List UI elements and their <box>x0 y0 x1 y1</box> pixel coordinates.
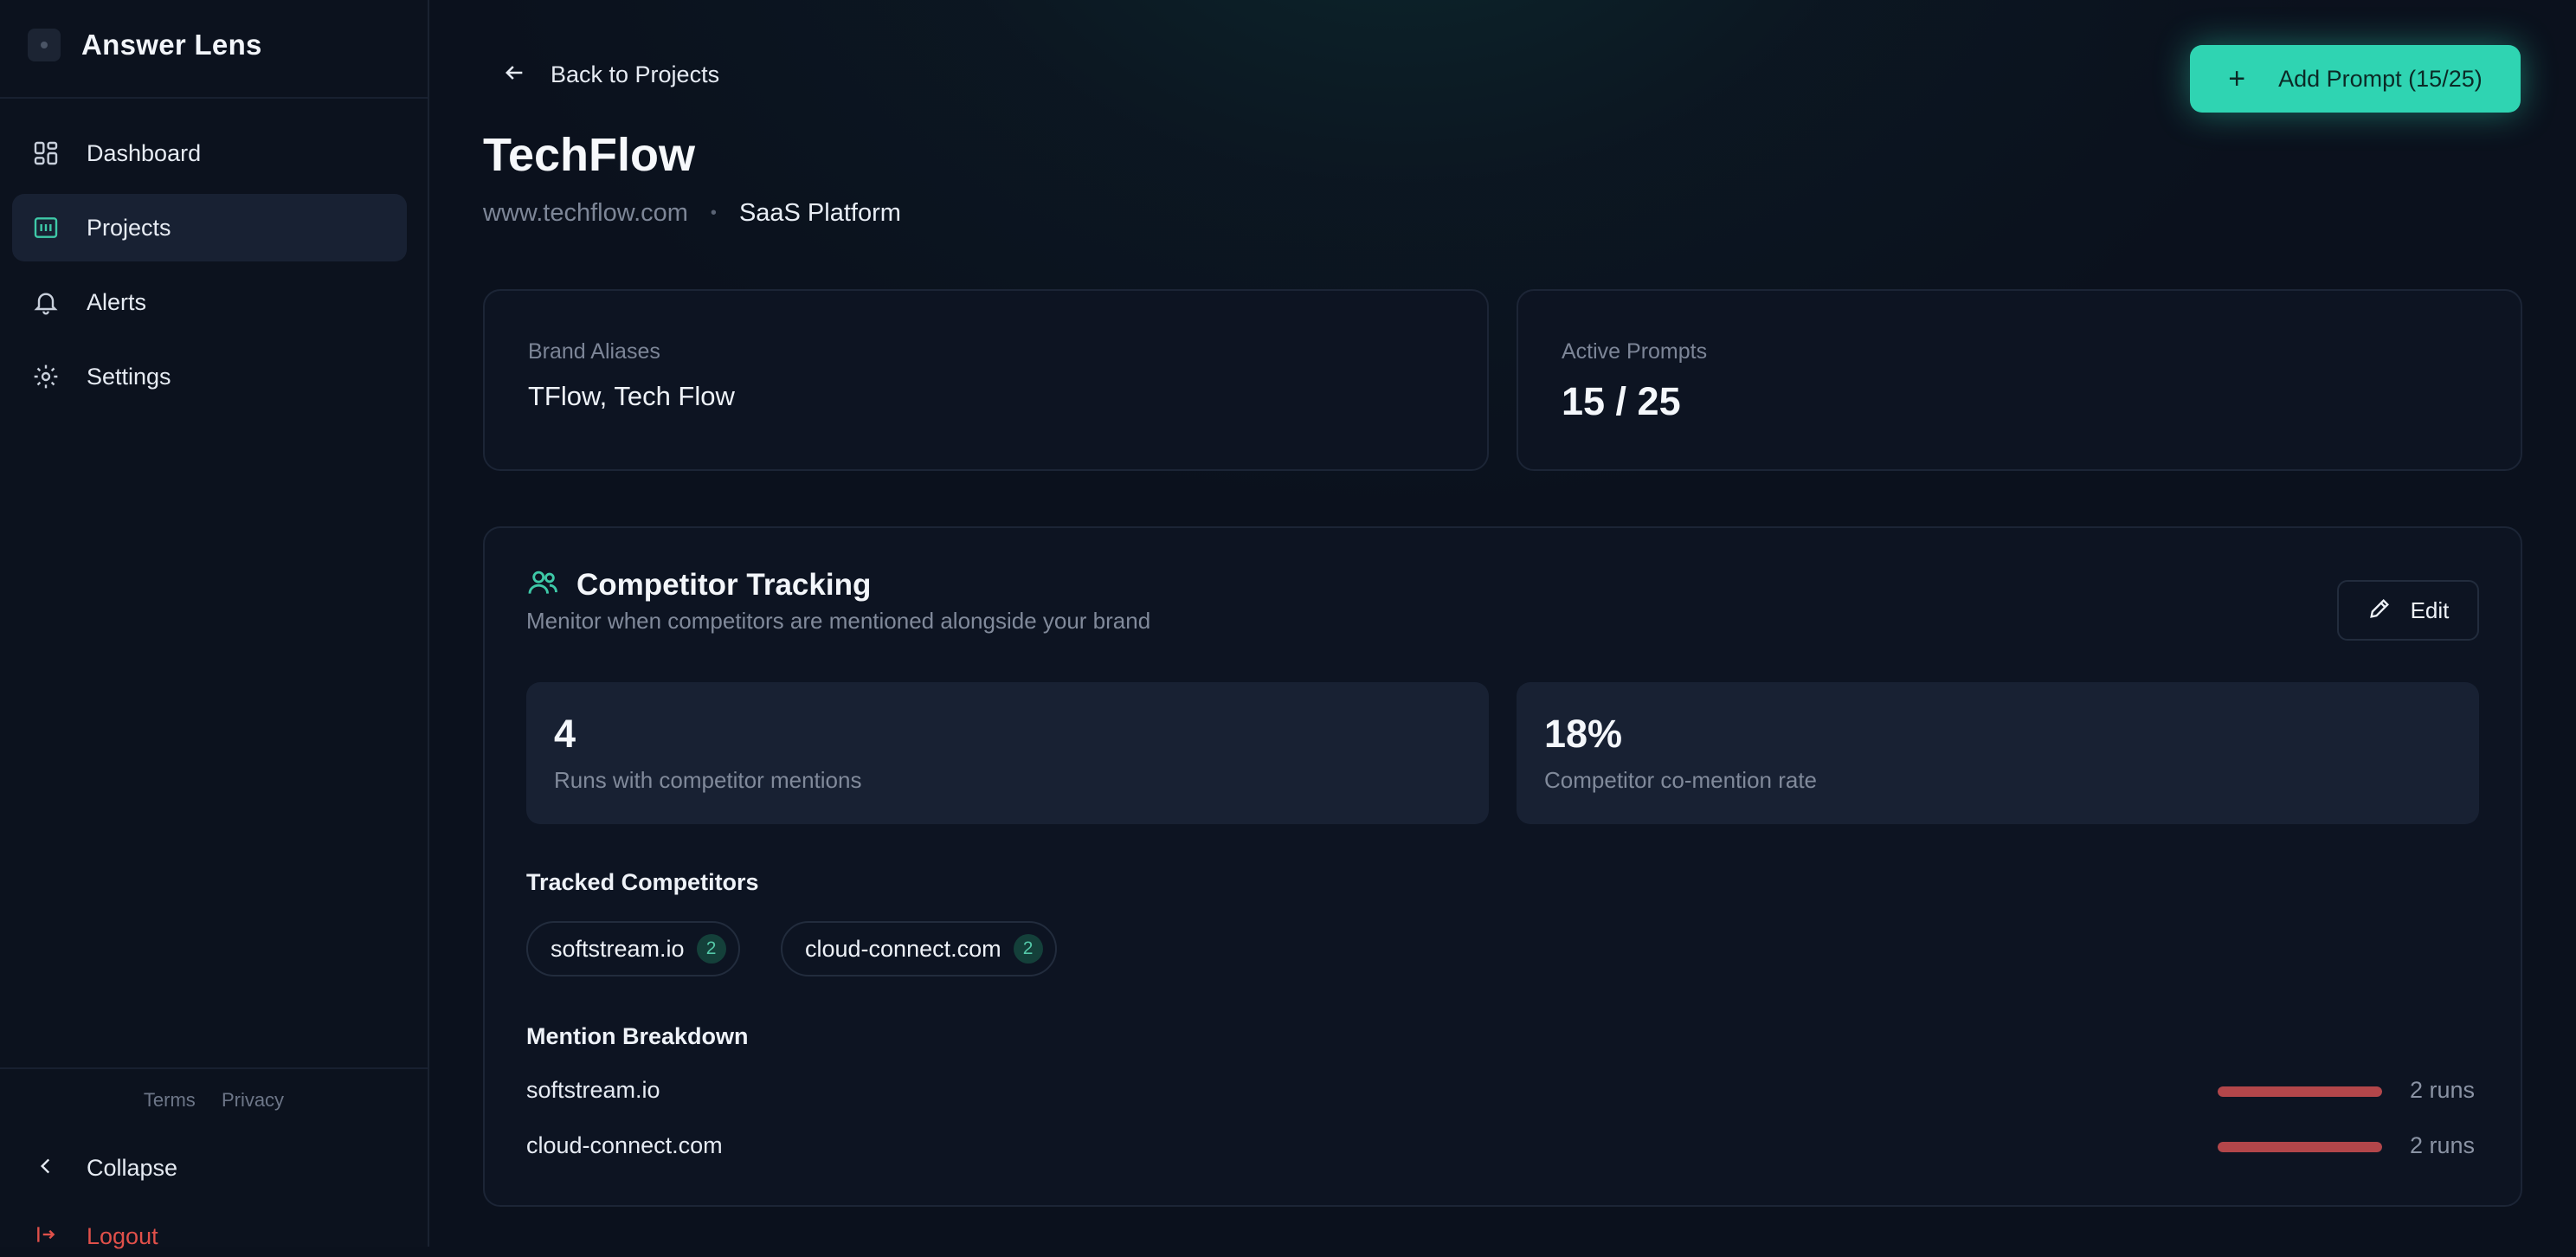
breakdown-bar-fill <box>2218 1086 2382 1097</box>
sidebar-nav: Dashboard Projects Alerts Settings <box>12 119 407 417</box>
breakdown-row: softstream.io 2 runs <box>526 1073 2479 1108</box>
breakdown-bar-fill <box>2218 1142 2382 1152</box>
pencil-icon <box>2367 596 2392 625</box>
logout-button[interactable]: Logout <box>35 1215 158 1257</box>
active-prompts-value: 15 / 25 <box>1562 379 1681 423</box>
brand-aliases-card: Brand Aliases TFlow, Tech Flow <box>483 289 1489 471</box>
breakdown-runs: 2 runs <box>2410 1077 2476 1103</box>
app-name: Answer Lens <box>81 29 262 61</box>
mention-breakdown-title: Mention Breakdown <box>526 1023 749 1049</box>
stat-value: 4 <box>554 712 576 756</box>
breakdown-name: cloud-connect.com <box>526 1132 723 1158</box>
sidebar-item-label: Alerts <box>87 288 147 315</box>
breakdown-row: cloud-connect.com 2 runs <box>526 1129 2479 1164</box>
breakdown-bar <box>2218 1086 2382 1097</box>
bell-icon <box>31 287 61 317</box>
brand[interactable]: Answer Lens <box>28 17 262 73</box>
sidebar-item-label: Dashboard <box>87 139 202 166</box>
competitor-name: softstream.io <box>551 935 685 962</box>
competitor-chip[interactable]: softstream.io 2 <box>526 921 740 977</box>
back-label: Back to Projects <box>551 61 720 87</box>
stat-label: Runs with competitor mentions <box>554 767 862 793</box>
edit-competitors-button[interactable]: Edit <box>2337 580 2479 641</box>
stat-card: 18% Competitor co-mention rate <box>1517 682 2479 824</box>
project-meta: www.techflow.com • SaaS Platform <box>483 199 901 228</box>
projects-icon <box>31 213 61 242</box>
sidebar-item-alerts[interactable]: Alerts <box>12 268 407 336</box>
competitor-chip[interactable]: cloud-connect.com 2 <box>781 921 1057 977</box>
collapse-label: Collapse <box>87 1154 178 1181</box>
stat-card: 4 Runs with competitor mentions <box>526 682 1489 824</box>
competitor-name: cloud-connect.com <box>805 935 1001 962</box>
dashboard-icon <box>31 139 61 168</box>
brand-aliases-label: Brand Aliases <box>528 339 660 364</box>
users-icon <box>526 566 559 603</box>
plus-icon: + <box>2228 61 2246 95</box>
project-url: www.techflow.com <box>483 199 688 227</box>
active-prompts-card: Active Prompts 15 / 25 <box>1517 289 2522 471</box>
page-title: TechFlow <box>483 129 696 181</box>
terms-link[interactable]: Terms <box>144 1089 196 1111</box>
gear-icon <box>31 362 61 391</box>
stat-value: 18% <box>1544 712 1623 756</box>
footer-links: Terms Privacy <box>0 1089 428 1112</box>
sidebar: Answer Lens Dashboard Projects Alerts Se… <box>0 0 429 1249</box>
sidebar-item-label: Settings <box>87 363 171 390</box>
sidebar-item-label: Projects <box>87 214 171 241</box>
active-prompts-label: Active Prompts <box>1562 339 1708 364</box>
competitor-tracking-header: Competitor Tracking <box>526 566 871 603</box>
back-to-projects-link[interactable]: Back to Projects <box>502 54 719 95</box>
collapse-button[interactable]: Collapse <box>35 1147 177 1189</box>
sidebar-item-dashboard[interactable]: Dashboard <box>12 119 407 187</box>
arrow-left-icon <box>502 61 526 89</box>
chevron-left-icon <box>35 1155 57 1182</box>
sidebar-item-projects[interactable]: Projects <box>12 194 407 261</box>
add-prompt-button[interactable]: + Add Prompt (15/25) <box>2190 45 2521 113</box>
separator-dot: • <box>710 203 717 222</box>
app-logo-icon <box>28 29 61 61</box>
edit-label: Edit <box>2410 596 2450 623</box>
breakdown-name: softstream.io <box>526 1077 660 1103</box>
breakdown-runs: 2 runs <box>2410 1132 2476 1158</box>
stat-label: Competitor co-mention rate <box>1544 767 1818 793</box>
sidebar-divider <box>0 97 428 99</box>
project-category: SaaS Platform <box>738 199 901 227</box>
competitor-count-badge: 2 <box>696 934 726 964</box>
brand-aliases-value: TFlow, Tech Flow <box>528 381 735 411</box>
sidebar-divider <box>0 1067 428 1069</box>
breakdown-bar <box>2218 1142 2382 1152</box>
competitor-tracking-title: Competitor Tracking <box>576 567 872 602</box>
competitor-tracking-description: Menitor when competitors are mentioned a… <box>526 608 1151 634</box>
privacy-link[interactable]: Privacy <box>222 1089 284 1111</box>
logout-icon <box>35 1223 57 1250</box>
competitor-count-badge: 2 <box>1013 934 1043 964</box>
add-prompt-label: Add Prompt (15/25) <box>2278 65 2483 92</box>
logout-label: Logout <box>87 1222 158 1249</box>
tracked-competitors-title: Tracked Competitors <box>526 869 759 895</box>
sidebar-item-settings[interactable]: Settings <box>12 343 407 410</box>
